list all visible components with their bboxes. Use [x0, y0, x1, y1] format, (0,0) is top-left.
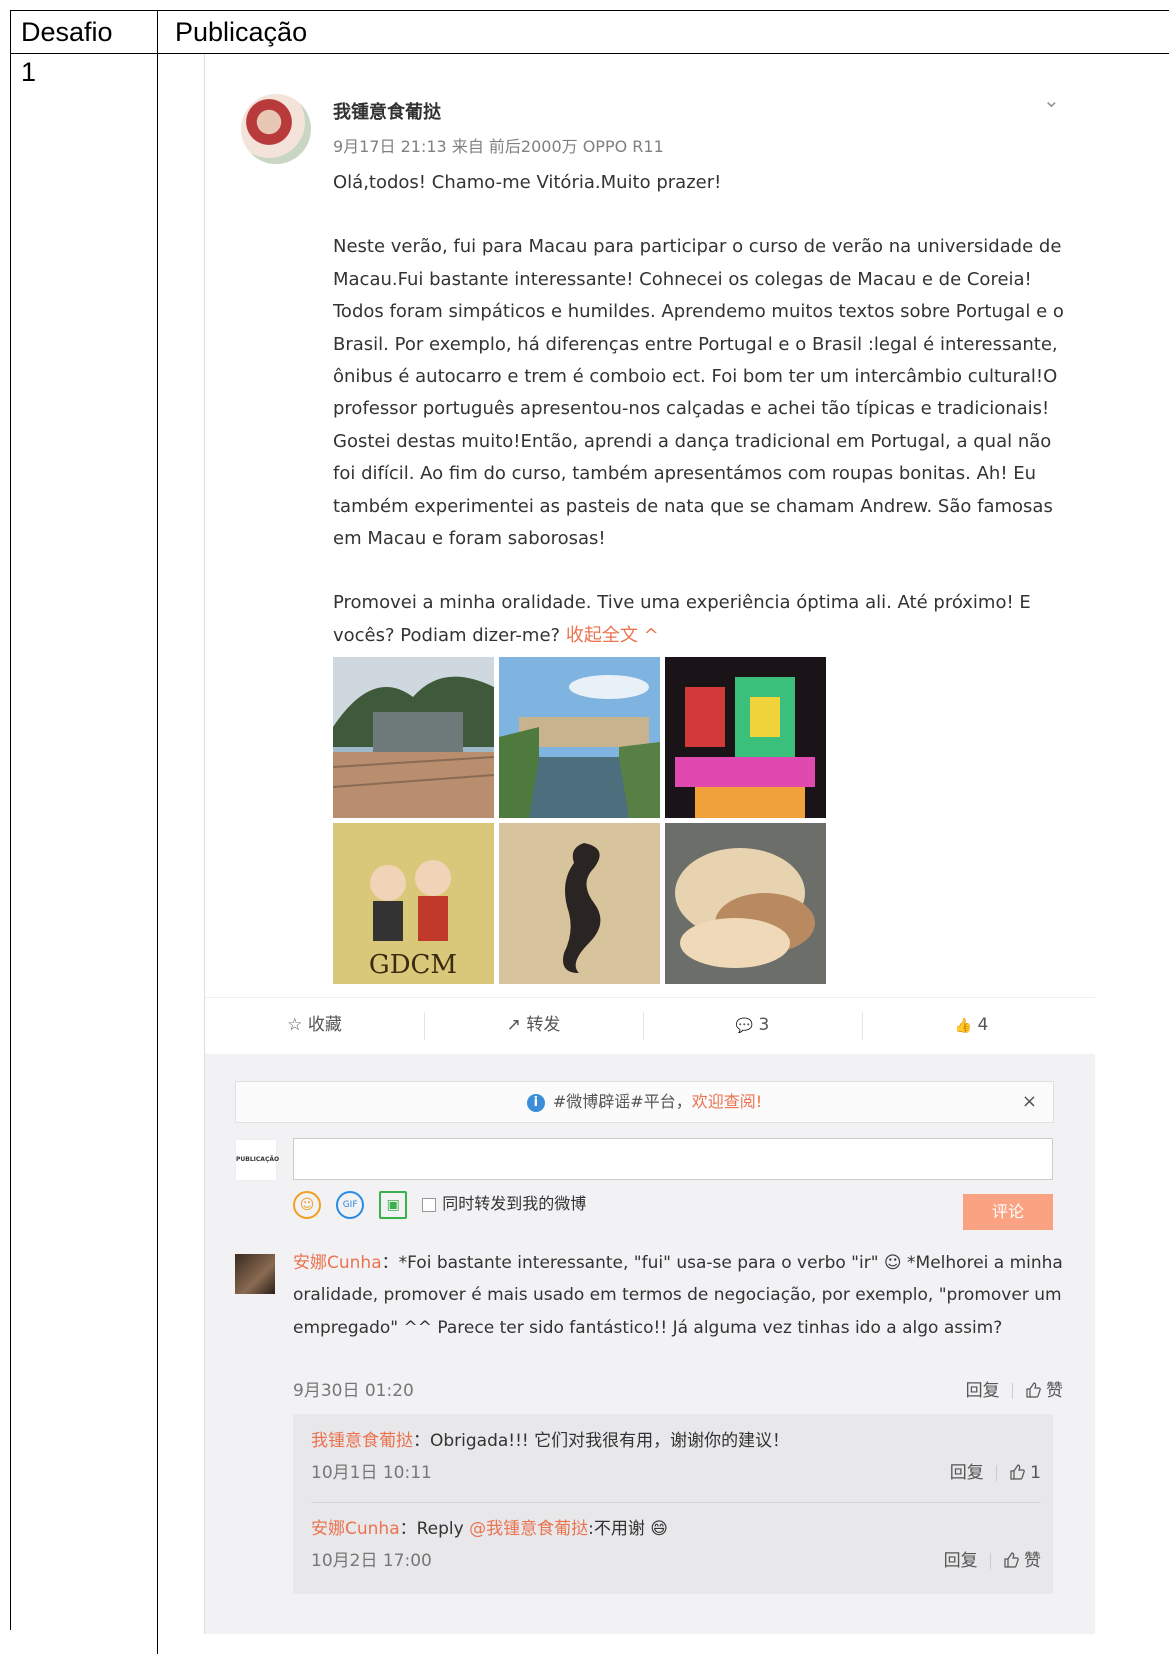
table-frame: Desafio Publicação 1 我锺意食葡挞 9月17日 21:13 …: [10, 10, 1169, 1654]
park-sign-photo[interactable]: [333, 657, 494, 818]
comment-button[interactable]: 💬 3: [643, 998, 862, 1053]
thumbs-up-icon: [1003, 1552, 1019, 1568]
reply-time: 10月1日 10:11: [311, 1463, 432, 1483]
like-count: 4: [977, 1015, 989, 1035]
favorite-label: 收藏: [307, 1015, 342, 1035]
my-avatar[interactable]: PUBLICAÇÃO: [235, 1139, 279, 1181]
user-avatar[interactable]: [241, 94, 311, 164]
photo-grid: GDCM: [333, 657, 833, 987]
sync-label: 同时转发到我的微博: [442, 1194, 587, 1213]
sync-checkbox[interactable]: [422, 1197, 437, 1212]
comment-area: i #微博辟谣#平台，欢迎查阅! × PUBLICAÇÃO ☺ GIF ▣ 同时转…: [205, 1054, 1095, 1634]
like-button[interactable]: 👍 4: [862, 998, 1081, 1053]
post-closing-text: Promovei a minha oralidade. Tive uma exp…: [333, 592, 1031, 646]
comment-tools: ☺ GIF ▣ 同时转发到我的微博: [293, 1189, 586, 1219]
post-closing: Promovei a minha oralidade. Tive uma exp…: [333, 587, 1073, 652]
reply-list: 我锺意食葡挞：Obrigada!!! 它们对我很有用，谢谢你的建议！ 10月1日…: [293, 1414, 1053, 1594]
close-icon[interactable]: ×: [1022, 1082, 1037, 1122]
reply-like-button[interactable]: 1: [1009, 1463, 1041, 1483]
reply-reply-button[interactable]: 回复: [944, 1551, 978, 1571]
poster-gdcm-text: GDCM: [369, 950, 457, 980]
comment-ops: 回复 赞: [966, 1376, 1063, 1401]
info-icon: i: [526, 1093, 545, 1112]
seahorse-pavement-photo[interactable]: [499, 823, 660, 984]
comment-input[interactable]: [293, 1138, 1053, 1180]
commenter-avatar[interactable]: [235, 1254, 275, 1294]
reply-like-label: 1: [1030, 1463, 1041, 1483]
repost-label: 转发: [526, 1015, 561, 1035]
gif-icon[interactable]: GIF: [336, 1190, 365, 1219]
reply-suffix: :不用谢 😄: [588, 1519, 668, 1539]
favorite-button[interactable]: ☆ 收藏: [205, 998, 424, 1053]
reply-mention[interactable]: @我锺意食葡挞: [469, 1519, 588, 1539]
row-number: 1: [11, 54, 158, 1654]
header-desafio: Desafio: [11, 11, 158, 53]
header-publicacao: Publicação: [175, 17, 308, 47]
repost-icon: ↗: [506, 1015, 521, 1035]
collapse-up-icon[interactable]: ^: [644, 625, 659, 646]
reply-like-button[interactable]: 赞: [1003, 1551, 1041, 1571]
reply-ops: 回复 1: [950, 1458, 1041, 1483]
reply-item: 我锺意食葡挞：Obrigada!!! 它们对我很有用，谢谢你的建议！: [311, 1426, 1041, 1451]
reply-meta: 10月1日 10:11 回复 1: [311, 1458, 1041, 1483]
comment-body: ：*Foi bastante interessante, "fui" usa-s…: [293, 1253, 1063, 1338]
reply-ops: 回复 赞: [944, 1546, 1041, 1571]
rumor-notice: i #微博辟谣#平台，欢迎查阅! ×: [235, 1081, 1054, 1123]
post-text: Olá,todos! Chamo-me Vitória.Muito prazer…: [333, 167, 1073, 652]
poster-gdcm-photo[interactable]: GDCM: [333, 823, 494, 984]
reply-text: ：Obrigada!!! 它们对我很有用，谢谢你的建议！: [413, 1431, 790, 1451]
table-header-row: Desafio Publicação: [11, 11, 1169, 54]
post-meta: 9月17日 21:13 来自 前后2000万 OPPO R11: [333, 137, 664, 156]
emoji-icon[interactable]: ☺: [293, 1190, 321, 1219]
reply-meta: 10月2日 17:00 回复 赞: [311, 1546, 1041, 1571]
collapse-link[interactable]: 收起全文: [566, 625, 638, 646]
comment-text: 安娜Cunha：*Foi bastante interessante, "fui…: [293, 1247, 1063, 1344]
comment-author[interactable]: 安娜Cunha: [293, 1253, 382, 1273]
chevron-down-icon[interactable]: ⌄: [1043, 88, 1060, 112]
casino-lights-photo[interactable]: [665, 657, 826, 818]
reply-item: 安娜Cunha：Reply @我锺意食葡挞:不用谢 😄: [311, 1514, 1041, 1539]
reply-author[interactable]: 安娜Cunha: [311, 1519, 400, 1539]
notice-link[interactable]: 欢迎查阅!: [692, 1092, 762, 1111]
notice-text: #微博辟谣#平台，: [552, 1092, 692, 1111]
reply-author[interactable]: 我锺意食葡挞: [311, 1431, 413, 1451]
comment-like-button[interactable]: 赞: [1025, 1381, 1063, 1401]
comment-icon: 💬: [735, 1018, 754, 1034]
weibo-post-card: 我锺意食葡挞 9月17日 21:13 来自 前后2000万 OPPO R11 ⌄…: [204, 54, 1095, 1634]
comment-like-label: 赞: [1046, 1381, 1063, 1401]
post-greeting: Olá,todos! Chamo-me Vitória.Muito prazer…: [333, 172, 722, 193]
repost-button[interactable]: ↗ 转发: [424, 998, 643, 1053]
star-icon: ☆: [287, 1015, 303, 1035]
reply-prefix: ：Reply: [399, 1519, 470, 1539]
reply-like-label: 赞: [1024, 1551, 1041, 1571]
pork-bun-photo[interactable]: [665, 823, 826, 984]
action-bar: ☆ 收藏 ↗ 转发 💬 3 👍 4: [205, 997, 1095, 1053]
reply-time: 10月2日 17:00: [311, 1551, 432, 1571]
post-username[interactable]: 我锺意食葡挞: [333, 98, 441, 124]
thumbs-up-icon: [1010, 1464, 1025, 1480]
submit-comment-button[interactable]: 评论: [963, 1194, 1053, 1230]
comment-time: 9月30日 01:20: [293, 1381, 414, 1401]
thumbs-up-icon: [1025, 1382, 1041, 1398]
comment-reply-button[interactable]: 回复: [966, 1381, 1000, 1401]
image-icon[interactable]: ▣: [379, 1190, 408, 1219]
river-campus-photo[interactable]: [499, 657, 660, 818]
comment-count: 3: [758, 1015, 770, 1035]
post-body: Neste verão, fui para Macau para partici…: [333, 236, 1064, 550]
reply-reply-button[interactable]: 回复: [950, 1463, 984, 1483]
thumbs-up-icon: 👍: [954, 1018, 973, 1034]
